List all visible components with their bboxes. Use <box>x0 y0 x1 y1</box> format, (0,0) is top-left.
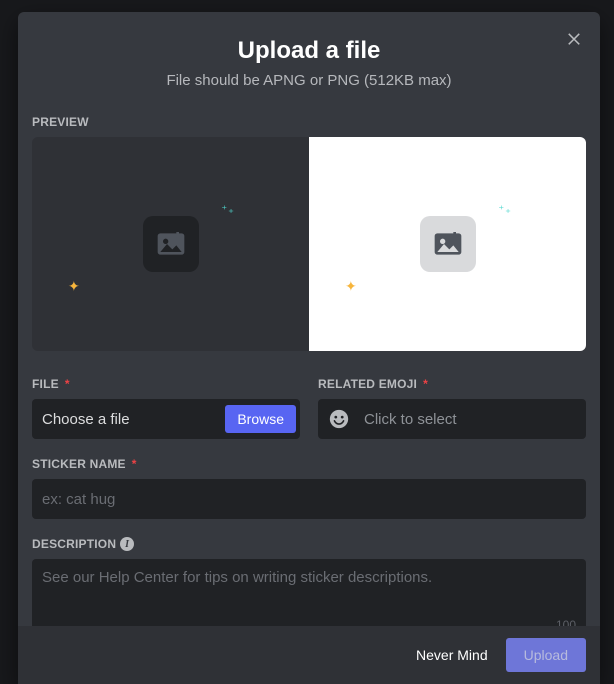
related-emoji-label: RELATED EMOJI * <box>318 377 586 391</box>
related-emoji-label-text: RELATED EMOJI <box>318 377 417 391</box>
emoji-picker[interactable]: Click to select <box>318 399 586 439</box>
sparkle-icon: ⁺₊ <box>221 203 235 216</box>
sparkle-icon: ⁺₊ <box>498 203 512 216</box>
modal-footer: Never Mind Upload <box>18 626 600 684</box>
file-label: FILE * <box>32 377 300 391</box>
description-input[interactable] <box>32 559 586 625</box>
modal-subtitle: File should be APNG or PNG (512KB max) <box>34 72 584 89</box>
smile-icon <box>328 408 350 430</box>
sticker-name-input[interactable] <box>32 479 586 519</box>
emoji-placeholder: Click to select <box>364 411 457 428</box>
required-marker: * <box>65 377 70 391</box>
add-image-icon <box>432 228 464 260</box>
upload-file-modal: Upload a file File should be APNG or PNG… <box>18 12 600 684</box>
file-picker[interactable]: Choose a file Browse <box>32 399 300 439</box>
preview-tile-dark: ⁺₊ ✦ <box>32 137 309 351</box>
required-marker: * <box>423 377 428 391</box>
close-button[interactable] <box>562 26 586 50</box>
cancel-button[interactable]: Never Mind <box>416 647 488 663</box>
description-label-text: DESCRIPTION <box>32 537 116 551</box>
add-image-icon <box>155 228 187 260</box>
image-placeholder-light <box>420 216 476 272</box>
close-icon <box>565 29 583 47</box>
description-wrap: 100 <box>32 559 586 626</box>
image-placeholder-dark <box>143 216 199 272</box>
browse-button[interactable]: Browse <box>225 405 296 433</box>
preview-tile-light: ⁺₊ ✦ <box>309 137 586 351</box>
description-label: DESCRIPTION i <box>32 537 586 551</box>
info-icon[interactable]: i <box>120 537 134 551</box>
upload-button[interactable]: Upload <box>506 638 586 672</box>
sticker-name-label: STICKER NAME * <box>32 457 586 471</box>
modal-content: PREVIEW ⁺₊ ✦ ⁺₊ <box>18 95 600 626</box>
char-count: 100 <box>556 618 576 626</box>
sticker-name-label-text: STICKER NAME <box>32 457 126 471</box>
modal-title: Upload a file <box>34 36 584 66</box>
file-placeholder-text: Choose a file <box>42 411 130 428</box>
required-marker: * <box>132 457 137 471</box>
file-label-text: FILE <box>32 377 59 391</box>
sparkle-icon: ✦ <box>68 278 80 295</box>
preview-row: ⁺₊ ✦ ⁺₊ <box>32 137 586 351</box>
modal-header: Upload a file File should be APNG or PNG… <box>18 12 600 95</box>
preview-label: PREVIEW <box>32 115 586 129</box>
sparkle-icon: ✦ <box>345 278 357 295</box>
